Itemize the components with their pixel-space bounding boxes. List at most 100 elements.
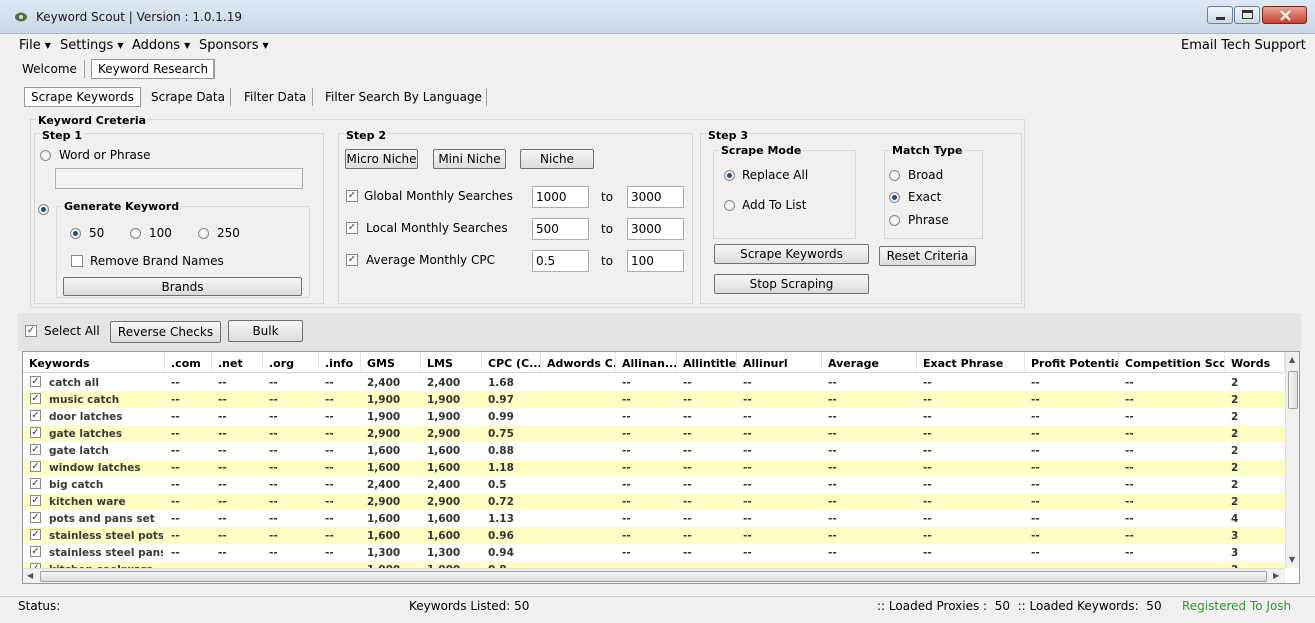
generate-keyword-radio[interactable] — [38, 204, 49, 215]
table-cell: -- — [1031, 411, 1040, 423]
minimize-button[interactable] — [1207, 6, 1233, 24]
table-row[interactable]: ✓ gate latch -- -- -- -- 1,600 1,600 0.88 -- -- -- -… — [23, 442, 1285, 459]
count-100-radio[interactable] — [130, 228, 141, 239]
keyword-grid[interactable]: Keywords .com .net .org .info GMS LMS CPC (C...… — [22, 351, 1300, 584]
tab-divider — [312, 88, 313, 106]
table-row[interactable]: ✓ catch all -- -- -- -- 2,400 2,400 1.68 -- -- -- --… — [23, 374, 1285, 391]
column-header[interactable]: Allinan... — [616, 352, 677, 373]
cpc-checkbox[interactable]: ✓ — [346, 254, 358, 266]
lms-from-input[interactable]: 500 — [532, 218, 589, 240]
count-50-radio[interactable] — [70, 228, 81, 239]
column-header[interactable]: Keywords — [23, 352, 165, 373]
gms-from-input[interactable]: 1000 — [532, 186, 589, 208]
menu-file[interactable]: File ▼ — [19, 38, 51, 53]
column-header[interactable]: Words — [1225, 352, 1285, 373]
column-header[interactable]: GMS — [361, 352, 421, 373]
word-phrase-input[interactable] — [55, 168, 303, 189]
table-row[interactable]: ✓ stainless steel pots -- -- -- -- 1,600 1,600 0… — [23, 527, 1285, 544]
menu-sponsors[interactable]: Sponsors ▼ — [199, 38, 269, 53]
cpc-to-input[interactable]: 100 — [627, 250, 684, 272]
tab-scrape-keywords[interactable]: Scrape Keywords — [24, 87, 141, 107]
row-checkbox[interactable]: ✓ — [30, 529, 41, 540]
tab-filter-data[interactable]: Filter Data — [238, 88, 312, 106]
add-to-list-radio[interactable] — [724, 200, 735, 211]
table-row[interactable]: ✓ door latches -- -- -- -- 1,900 1,900 0.99 -- -- -… — [23, 408, 1285, 425]
row-checkbox[interactable]: ✓ — [30, 376, 41, 387]
table-row[interactable]: ✓ pots and pans set -- -- -- -- 1,600 1,600 1.13… — [23, 510, 1285, 527]
cpc-from-input[interactable]: 0.5 — [532, 250, 589, 272]
gms-checkbox[interactable]: ✓ — [346, 190, 358, 202]
stop-scraping-button[interactable]: Stop Scraping — [714, 274, 869, 294]
vertical-scrollbar[interactable]: ▲ ▼ — [1285, 352, 1299, 568]
broad-radio[interactable] — [889, 170, 900, 181]
maximize-button[interactable] — [1234, 6, 1260, 24]
row-checkbox[interactable]: ✓ — [30, 461, 41, 472]
column-header[interactable]: Competition Score — [1119, 352, 1225, 373]
close-button[interactable] — [1262, 6, 1307, 24]
tab-filter-language[interactable]: Filter Search By Language — [319, 88, 488, 106]
email-support-link[interactable]: Email Tech Support — [1181, 38, 1306, 53]
column-header[interactable]: CPC (C... — [482, 352, 541, 373]
exact-radio[interactable] — [889, 192, 900, 203]
scroll-thumb[interactable] — [1288, 371, 1298, 409]
niche-button[interactable]: Niche — [520, 149, 594, 169]
menu-settings[interactable]: Settings ▼ — [60, 38, 123, 53]
row-checkbox[interactable]: ✓ — [30, 444, 41, 455]
column-header[interactable]: .info — [319, 352, 361, 373]
count-250-radio[interactable] — [198, 228, 209, 239]
replace-all-radio[interactable] — [724, 170, 735, 181]
tab-scrape-data[interactable]: Scrape Data — [145, 88, 231, 106]
table-row[interactable]: ✓ kitchen ware -- -- -- -- 2,900 2,900 0.72 -- -- -… — [23, 493, 1285, 510]
remove-brand-checkbox[interactable] — [71, 255, 83, 267]
column-header[interactable]: Average — [822, 352, 917, 373]
gms-to-input[interactable]: 3000 — [627, 186, 684, 208]
menu-addons[interactable]: Addons ▼ — [132, 38, 190, 53]
column-header[interactable]: Allinurl — [737, 352, 822, 373]
word-phrase-radio[interactable] — [40, 150, 51, 161]
table-cell: 1,600 — [367, 513, 401, 525]
scroll-left-icon[interactable]: ◀ — [27, 571, 33, 580]
column-header[interactable]: LMS — [421, 352, 482, 373]
row-checkbox[interactable]: ✓ — [30, 410, 41, 421]
row-checkbox[interactable]: ✓ — [30, 495, 41, 506]
horizontal-scrollbar[interactable]: ◀ ▶ — [23, 568, 1285, 583]
brands-button[interactable]: Brands — [63, 277, 302, 296]
table-cell: 1.18 — [488, 462, 514, 474]
column-header[interactable]: .net — [212, 352, 263, 373]
hscroll-thumb[interactable] — [40, 571, 1267, 582]
column-header[interactable]: Adwords C... — [541, 352, 616, 373]
micro-niche-button[interactable]: Micro Niche — [345, 149, 418, 169]
column-header[interactable]: .org — [263, 352, 319, 373]
lms-checkbox[interactable]: ✓ — [346, 222, 358, 234]
bulk-button[interactable]: Bulk — [228, 320, 303, 342]
mini-niche-button[interactable]: Mini Niche — [433, 149, 506, 169]
column-header[interactable]: Profit Potential — [1025, 352, 1119, 373]
scrape-mode-panel — [713, 150, 856, 239]
scroll-right-icon[interactable]: ▶ — [1273, 571, 1279, 580]
table-row[interactable]: ✓ stainless steel pans -- -- -- -- 1,300 1,300 0… — [23, 544, 1285, 561]
lms-to-input[interactable]: 3000 — [627, 218, 684, 240]
row-checkbox[interactable]: ✓ — [30, 512, 41, 523]
tab-keyword-research[interactable]: Keyword Research — [91, 59, 216, 79]
column-header[interactable]: Exact Phrase — [917, 352, 1025, 373]
reverse-checks-button[interactable]: Reverse Checks — [110, 321, 221, 343]
row-checkbox[interactable]: ✓ — [30, 478, 41, 489]
table-row[interactable]: ✓ gate latches -- -- -- -- 2,900 2,900 0.75 -- -- -… — [23, 425, 1285, 442]
table-row[interactable]: ✓ music catch -- -- -- -- 1,900 1,900 0.97 -- -- --… — [23, 391, 1285, 408]
keyword-cell: kitchen ware — [49, 496, 126, 508]
column-header[interactable]: Allintitle — [677, 352, 737, 373]
tab-welcome[interactable]: Welcome — [16, 60, 83, 78]
table-row[interactable]: ✓ big catch -- -- -- -- 2,400 2,400 0.5 -- -- -- -- -… — [23, 476, 1285, 493]
phrase-radio[interactable] — [889, 215, 900, 226]
table-row[interactable]: ✓ window latches -- -- -- -- 1,600 1,600 1.18 -- -… — [23, 459, 1285, 476]
select-all-checkbox[interactable]: ✓ — [25, 325, 37, 337]
column-header[interactable]: .com — [165, 352, 212, 373]
row-checkbox[interactable]: ✓ — [30, 546, 41, 557]
scroll-down-icon[interactable]: ▼ — [1289, 555, 1295, 564]
row-checkbox[interactable]: ✓ — [30, 393, 41, 404]
reset-criteria-button[interactable]: Reset Criteria — [879, 246, 976, 266]
scrape-keywords-button[interactable]: Scrape Keywords — [714, 244, 869, 264]
scroll-up-icon[interactable]: ▲ — [1289, 355, 1295, 364]
table-cell: -- — [269, 377, 278, 389]
row-checkbox[interactable]: ✓ — [30, 427, 41, 438]
